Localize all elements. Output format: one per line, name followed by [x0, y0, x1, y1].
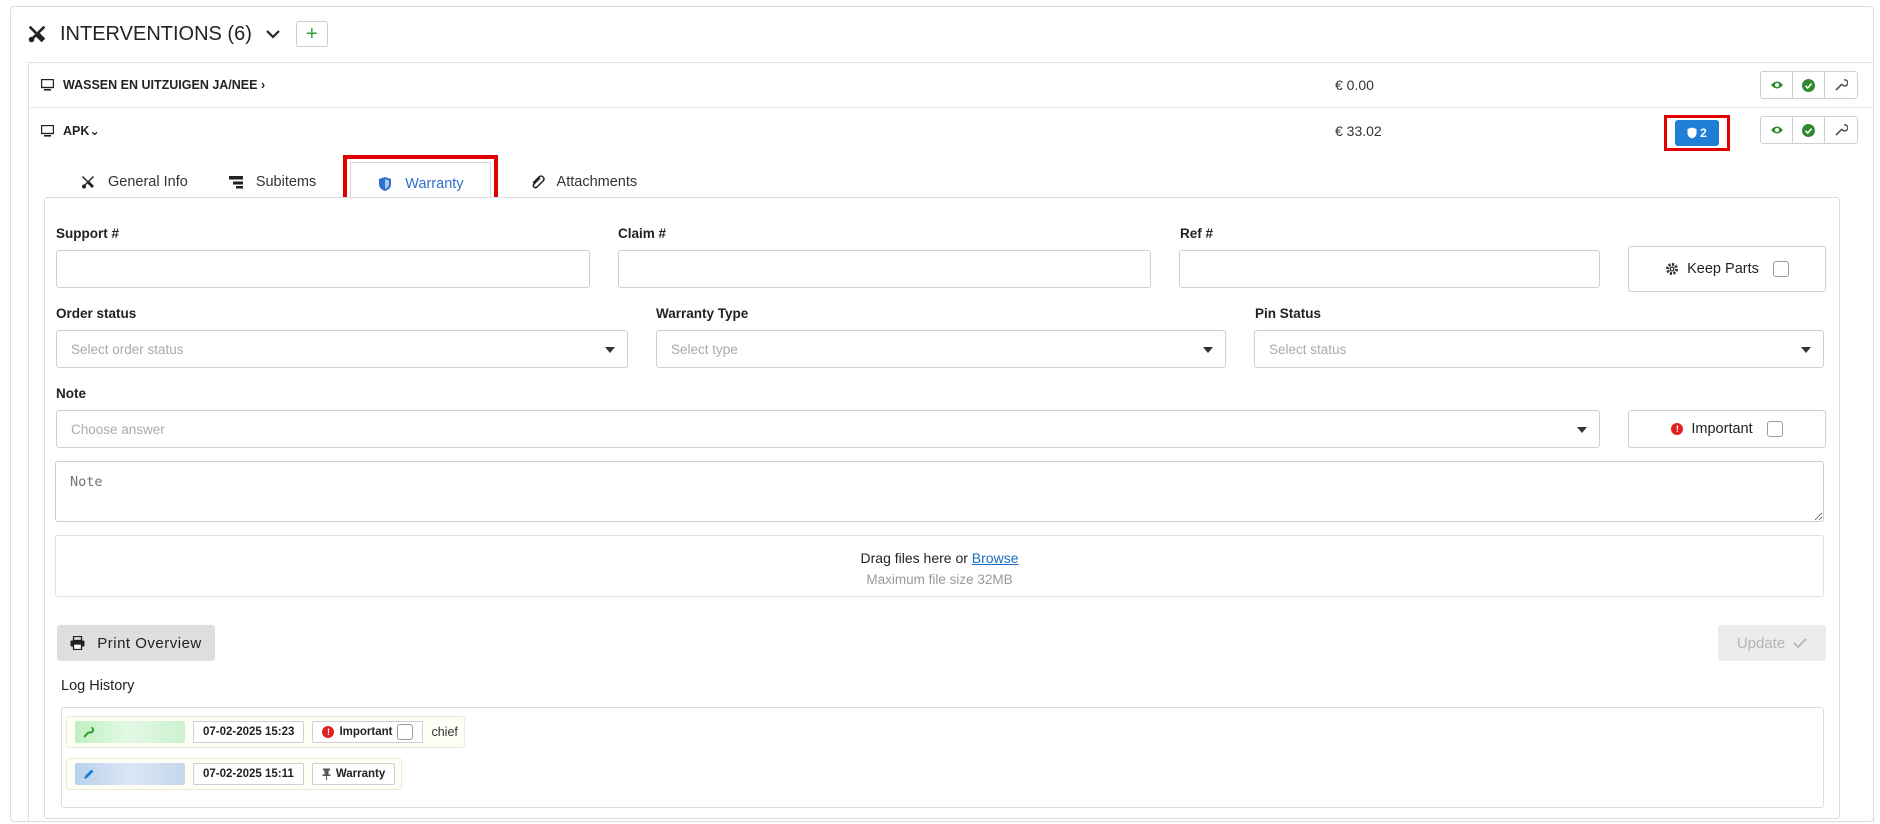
tools-icon — [28, 25, 46, 43]
note-answer-select[interactable]: Choose answer — [56, 410, 1600, 448]
check-circle-icon — [1802, 123, 1815, 137]
note-textarea[interactable] — [55, 461, 1824, 522]
tab-label: Subitems — [255, 174, 317, 190]
drag-text: Drag files here or — [860, 550, 972, 566]
wrench-icon — [1835, 79, 1848, 91]
log-user: chief — [431, 725, 458, 739]
intervention-row[interactable]: APK⌄ € 33.02 2 — [29, 108, 1873, 153]
avatar — [75, 721, 185, 743]
log-history-title: Log History — [61, 678, 135, 694]
order-status-placeholder: Select order status — [71, 341, 184, 357]
pin-status-label: Pin Status — [1255, 306, 1322, 321]
log-timestamp: 07-02-2025 15:23 — [193, 721, 305, 743]
note-answer-placeholder: Choose answer — [71, 421, 165, 437]
log-entry: 07-02-2025 15:23 ! Important chief — [66, 716, 465, 748]
warranty-type-label: Warranty Type — [656, 306, 749, 321]
warranty-count: 2 — [1700, 126, 1707, 140]
warranty-type-select[interactable]: Select type — [656, 330, 1226, 368]
intervention-row[interactable]: WASSEN EN UITZUIGEN JA/NEE › € 0.00 — [29, 63, 1873, 108]
log-tag: Warranty — [311, 763, 396, 785]
pencil-icon — [84, 769, 94, 779]
tab-label: General Info — [108, 174, 188, 190]
order-status-select[interactable]: Select order status — [56, 330, 628, 368]
complete-button[interactable] — [1793, 117, 1825, 143]
check-icon — [1793, 638, 1807, 649]
printer-icon — [70, 636, 85, 650]
ref-input[interactable] — [1179, 250, 1600, 288]
pin-status-placeholder: Select status — [1269, 341, 1347, 357]
claim-input[interactable] — [618, 250, 1151, 288]
tools-icon — [82, 176, 94, 189]
monitor-icon — [41, 79, 54, 91]
log-tag: ! Important — [312, 721, 424, 743]
log-tag-label: Important — [339, 726, 393, 738]
row-actions — [1760, 71, 1858, 99]
check-circle-icon — [1802, 78, 1815, 92]
claim-label: Claim # — [618, 226, 667, 241]
important-toggle[interactable]: ! Important — [1628, 410, 1826, 448]
eye-icon — [1770, 126, 1783, 134]
eye-icon — [1770, 81, 1783, 89]
wrench-button[interactable] — [1825, 72, 1857, 98]
tab-label: Warranty — [405, 176, 464, 192]
keep-parts-toggle[interactable]: Keep Parts — [1628, 246, 1826, 292]
row-actions — [1760, 116, 1858, 144]
log-entry: 07-02-2025 15:11 Warranty — [66, 758, 403, 790]
tab-label: Attachments — [556, 174, 638, 190]
intervention-price: € 33.02 — [1335, 122, 1382, 139]
important-checkbox[interactable] — [1766, 421, 1783, 437]
file-dropzone[interactable]: Drag files here or Browse Maximum file s… — [55, 535, 1824, 597]
alert-icon: ! — [1671, 423, 1684, 435]
support-input[interactable] — [56, 250, 590, 288]
wrench-icon — [1835, 124, 1848, 136]
subitems-icon — [228, 176, 243, 189]
wrench-icon — [83, 726, 95, 738]
add-intervention-button[interactable]: + — [295, 21, 328, 47]
update-button[interactable]: Update — [1718, 625, 1826, 661]
browse-link[interactable]: Browse — [972, 550, 1019, 566]
pin-status-select[interactable]: Select status — [1254, 330, 1824, 368]
wrench-button[interactable] — [1825, 117, 1857, 143]
interventions-header: INTERVENTIONS (6) + — [26, 18, 328, 50]
update-label: Update — [1736, 634, 1786, 652]
pin-icon — [322, 768, 331, 780]
drop-instructions: Drag files here or Browse — [56, 550, 1823, 566]
log-tag-label: Warranty — [335, 768, 386, 780]
note-label: Note — [56, 386, 86, 401]
warranty-type-placeholder: Select type — [671, 341, 738, 357]
paperclip-icon — [532, 175, 545, 189]
shield-icon — [1687, 127, 1697, 139]
print-label: Print Overview — [97, 634, 202, 652]
important-label: Important — [1691, 421, 1753, 437]
view-button[interactable] — [1761, 72, 1793, 98]
support-label: Support # — [56, 226, 119, 241]
avatar — [75, 763, 185, 785]
alert-icon: ! — [322, 726, 335, 738]
log-history-list: 07-02-2025 15:23 ! Important chief 07-02… — [61, 707, 1824, 808]
keep-parts-checkbox[interactable] — [1772, 261, 1789, 277]
view-button[interactable] — [1761, 117, 1793, 143]
intervention-name[interactable]: WASSEN EN UITZUIGEN JA/NEE › — [63, 78, 265, 92]
page-title: INTERVENTIONS (6) — [60, 22, 252, 45]
gear-icon — [1666, 263, 1679, 275]
warranty-badge-highlight: 2 — [1664, 115, 1730, 151]
warranty-count-button[interactable]: 2 — [1675, 120, 1719, 146]
log-tag-checkbox — [397, 724, 414, 740]
log-timestamp: 07-02-2025 15:11 — [193, 763, 304, 785]
chevron-down-icon[interactable] — [264, 25, 282, 43]
complete-button[interactable] — [1793, 72, 1825, 98]
monitor-icon — [41, 124, 54, 137]
intervention-name[interactable]: APK⌄ — [63, 123, 100, 138]
intervention-price: € 0.00 — [1335, 77, 1374, 93]
shield-icon — [379, 177, 392, 191]
keep-parts-label: Keep Parts — [1687, 261, 1759, 277]
order-status-label: Order status — [56, 306, 137, 321]
max-file-size: Maximum file size 32MB — [866, 572, 1013, 587]
ref-label: Ref # — [1180, 226, 1214, 241]
print-overview-button[interactable]: Print Overview — [57, 625, 215, 661]
